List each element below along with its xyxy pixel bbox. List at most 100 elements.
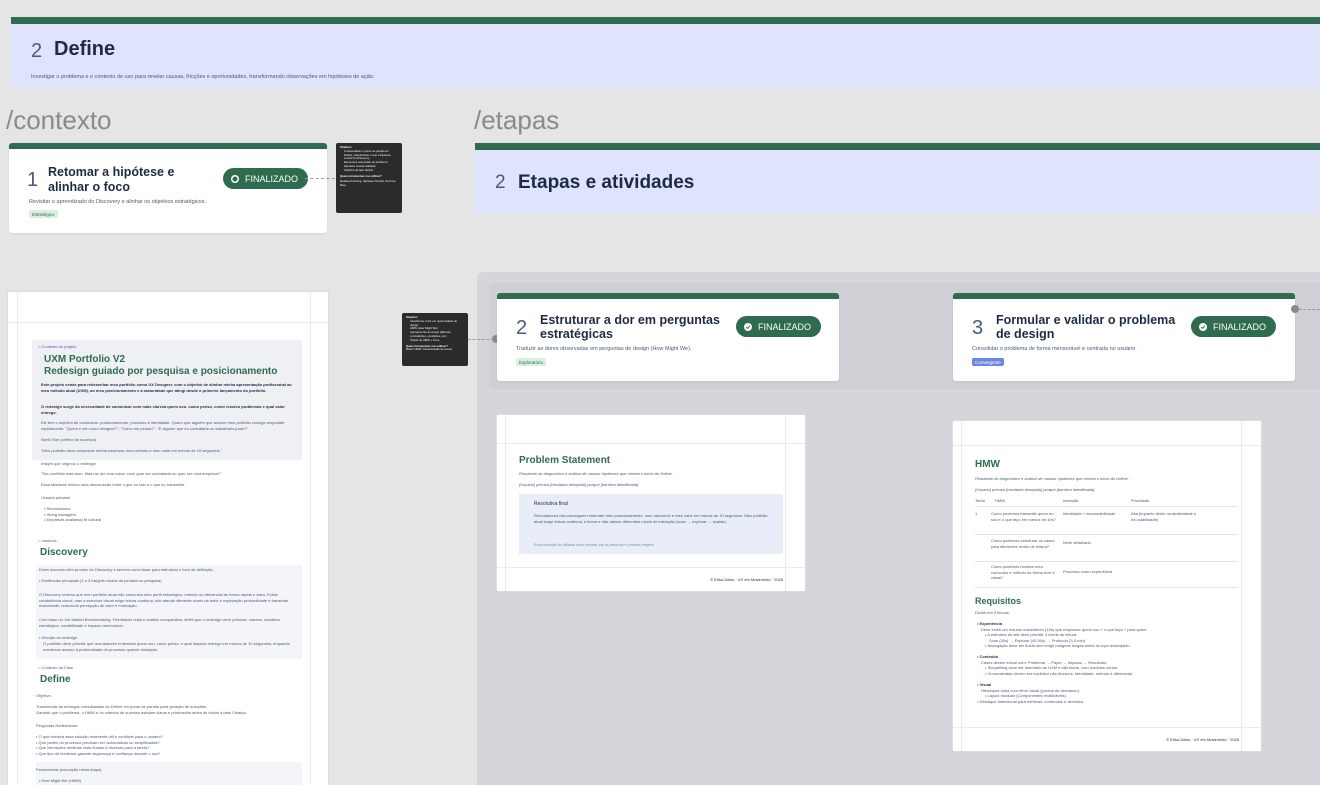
card-description: Revisitar o aprendizado do Discovery e a… (29, 199, 207, 205)
ctx-label: ⌂ Contexto do projeto (38, 344, 77, 349)
doc-paragraph: [Usuário] precisa [resultado desejado] p… (519, 482, 640, 487)
table-cell: Como podemos mostrar meu raciocínio e mé… (991, 564, 1055, 581)
doc-paragraph: Ele tem o objetivo de comunicar: posicio… (41, 420, 285, 431)
req-line: • Cm/umstratas devem ser explicitar não … (985, 670, 1133, 676)
doc-paragraph: Essa fala/será revirou uma desconexão en… (41, 482, 186, 487)
note-list: transformar a dor em oportunidade de des… (410, 319, 464, 343)
connector-line (1299, 309, 1320, 310)
doc-paragraph: "Seu portfólio está bom. Mas me diz uma … (41, 471, 222, 476)
card-number: 1 (27, 169, 39, 191)
doc-footer: © Erika Dário · UX em Movimento · 2025 (710, 577, 783, 582)
table-cell: Identidade + escaneabilidade (1063, 511, 1116, 516)
status-badge[interactable]: FINALIZADO (223, 168, 309, 189)
etapas-number: 2 (495, 172, 506, 193)
doc-paragraph: Resultado do diagnóstico e análise de ca… (975, 476, 1129, 481)
table-cell: Alta (impacto direto na atratividade e n… (1131, 511, 1197, 522)
req-line: • Navegação deve ser fluida sem exigir r… (985, 643, 1131, 648)
status-badge-label: FINALIZADO (758, 321, 812, 332)
doc-title: Problem Statement (519, 455, 611, 466)
doc-paragraph: Objetivo (36, 693, 51, 698)
status-badge[interactable]: FINALIZADO (736, 316, 822, 337)
status-badge-label: FINALIZADO (245, 173, 299, 184)
table-header: Tema (975, 498, 985, 503)
status-badge-label: FINALIZADO (1213, 321, 1267, 332)
doc-paragraph: Com base no Job Market Benchmarking, Fee… (39, 617, 280, 628)
card-number: 2 (516, 317, 528, 339)
final-statement-box: Resolutiva final Recrutadores não conseg… (519, 494, 783, 554)
table-cell: Nível detalhado (1063, 540, 1091, 545)
doc-paragraph: Resultado do diagnóstico e análise de ca… (519, 471, 673, 476)
status-badge[interactable]: FINALIZADO (1191, 316, 1277, 337)
step-card-2[interactable]: 2 Estruturar a dor em perguntas estratég… (497, 293, 839, 381)
card-top-bar (953, 293, 1295, 299)
doc-paragraph: O Discovery revelou que meu portfólio at… (39, 592, 289, 609)
connector-pin[interactable] (1291, 305, 1299, 313)
box-note: Essa resolução foi utilizada como entrad… (534, 543, 655, 547)
doc-paragraph: [Usuário] precisa [resultado desejado] p… (975, 487, 1096, 492)
doc-paragraph: Ferramentas (execução nesta etapa) (36, 767, 102, 772)
doc-paragraph: Este projeto existe para redesenhar meu … (41, 382, 292, 393)
problem-statement-document[interactable]: Problem Statement Resultado do diagnósti… (496, 414, 806, 592)
step-card-3[interactable]: 3 Formular e validar o problema de desig… (953, 293, 1295, 381)
doc-list-item: • Empresas avaliando fit cultural (44, 517, 101, 522)
table-header: Prioridade (1131, 498, 1150, 503)
doc-title: HMW (975, 459, 1000, 470)
etapas-header: 2 Etapas e atividades (475, 143, 1320, 213)
doc-paragraph: Usuário primário (41, 495, 71, 500)
doc-paragraph: Insight que originou o redesign (41, 461, 96, 466)
project-context-document[interactable]: ⌂ Contexto do projeto UXM Portfolio V2 R… (7, 291, 329, 785)
doc-subtitle: Redesign guiado por pesquisa e posiciona… (44, 366, 278, 377)
label-etapas: /etapas (474, 105, 560, 135)
hmw-document[interactable]: HMW Resultado do diagnóstico e análise d… (952, 420, 1262, 752)
doc-list-item: • How Might We (HMW) (39, 778, 82, 783)
table-header: Intenção (1063, 498, 1079, 503)
label-contexto: /contexto (6, 105, 112, 135)
section-number: 2 (31, 40, 43, 62)
table-header: HMW (995, 498, 1005, 503)
doc-paragraph: O redesign surge da necessidade de comun… (41, 404, 285, 415)
doc-list-item: • Que tipo de feedback garante segurança… (36, 750, 161, 756)
section-subtitle: Investigar o problema e o contexto de us… (31, 74, 375, 80)
section-title: Define (54, 38, 116, 60)
note-item: Objetivo da fase Define. (344, 168, 398, 173)
doc-footer: © Erika Dário · UX em Movimento · 2025 (1166, 737, 1239, 742)
table-cell: 1 (975, 511, 978, 516)
doc-title: UXM Portfolio V2 (44, 354, 126, 365)
card-title-line1: Estruturar a dor em perguntas (540, 313, 720, 327)
req-line: • Destaque intencional para métricas, co… (977, 698, 1085, 704)
check-icon (1199, 322, 1207, 331)
progress-icon (231, 174, 239, 183)
card-top-bar (9, 143, 327, 149)
table-cell: Processo como experiência (1063, 569, 1113, 574)
table-cell: Como podemos transmitir quem eu sou e o … (991, 511, 1056, 522)
define-title: Define (40, 674, 71, 685)
doc-paragraph: • Direção do redesign (39, 635, 78, 640)
requirements-title: Requisitos (975, 596, 1022, 606)
card-tag: Exploratório (516, 358, 547, 366)
card-title-line2: de design (996, 327, 1055, 341)
doc-paragraph: Perguntas Norteadoras (36, 723, 78, 728)
table-cell: Como podemos estruturar os cases para di… (991, 538, 1055, 549)
card-title-line2: alinhar o foco (48, 180, 130, 194)
sticky-note[interactable]: Objetivo: transformar a dor em oportunid… (402, 313, 468, 366)
card-description: Consolidar o problema de forma mensuráve… (972, 346, 1137, 352)
connector-line (305, 178, 335, 179)
doc-paragraph: Dividir em 3 blocos: (975, 610, 1010, 615)
etapas-title: Etapas e atividades (518, 172, 695, 193)
doc-paragraph: O portfólio deve permitir que recrutador… (43, 641, 290, 652)
card-description: Traduzir as dores observadas em pergunta… (516, 346, 692, 352)
connector-line (468, 339, 494, 340)
card-title-line1: Formular e validar o problema (996, 313, 1176, 327)
doc-paragraph: Garantir que o problema, o HMW e os crit… (36, 709, 247, 715)
card-number: 3 (972, 317, 984, 339)
discovery-title: Discovery (40, 547, 88, 558)
sticky-note[interactable]: Objetivo: contextualizar o ponto de part… (336, 143, 402, 213)
box-text: Recrutadores não conseguem entender meu … (534, 513, 768, 524)
note-item: Tabela de HMW + Foco. (410, 338, 464, 343)
doc-paragraph: North Star (critério de sucesso) (41, 437, 97, 442)
note-tools: Desktop Framing, Hipótese Central, Domín… (340, 179, 396, 188)
step-card-1[interactable]: 1 Retomar a hipótese e alinhar o foco Re… (9, 143, 327, 233)
box-title: Resolutiva final (534, 501, 568, 507)
note-list: contextualizar o ponto de partida do Def… (344, 149, 398, 173)
note-question: Quais ferramentas vou utilizar? (340, 173, 382, 178)
